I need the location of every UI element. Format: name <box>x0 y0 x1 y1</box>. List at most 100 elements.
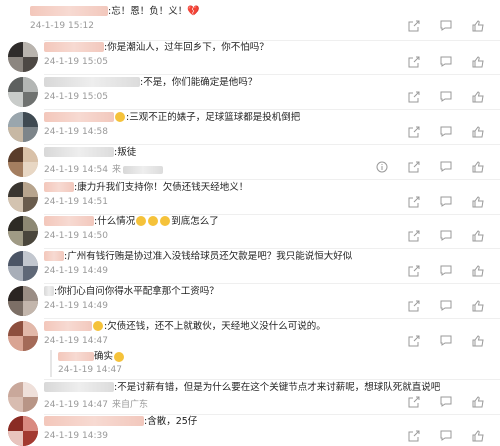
comment-location: 来 <box>111 165 121 175</box>
comment-icon[interactable] <box>430 299 462 313</box>
reply-block: 确实 24-1-19 14:47 <box>50 350 125 377</box>
comment-icon[interactable] <box>430 264 462 278</box>
commenter-name[interactable] <box>44 251 64 261</box>
comment-time: 24-1-19 14:49 <box>44 301 108 311</box>
avatar[interactable] <box>8 382 38 412</box>
comment-text: :欠债还钱，还不上就敢伙，天经地义没什么可说的。 <box>104 321 326 332</box>
comment-list: :忘！恩！负！义！💔 24-1-19 15:12 :你是潮汕人，过年回乡下，你不… <box>0 0 500 446</box>
like-icon[interactable] <box>462 55 494 69</box>
comment-text: :不是讨薪有错，但是为什么要在这个关键节点才来讨薪呢，想球队死就直说吧 <box>114 382 441 393</box>
commenter-name[interactable] <box>44 286 54 296</box>
info-icon[interactable] <box>366 160 398 174</box>
comment-actions <box>398 55 494 69</box>
comment-time: 24-1-19 15:05 <box>44 57 108 67</box>
comment-actions <box>398 299 494 313</box>
avatar[interactable] <box>8 286 38 316</box>
emoji-icon <box>115 112 125 122</box>
avatar[interactable] <box>8 77 38 107</box>
comment-actions <box>398 429 494 443</box>
comment-text: :你扪心自问你得水平配拿那个工资吗？ <box>54 286 219 297</box>
comment-actions <box>398 229 494 243</box>
comment-icon[interactable] <box>430 429 462 443</box>
emoji-icon <box>136 216 147 226</box>
comment-actions <box>398 264 494 278</box>
comment-actions <box>398 195 494 209</box>
share-icon[interactable] <box>398 395 430 409</box>
comment-time: 24-1-19 14:54 来 <box>44 162 163 175</box>
share-icon[interactable] <box>398 55 430 69</box>
avatar[interactable] <box>8 112 38 142</box>
share-icon[interactable] <box>398 334 430 348</box>
like-icon[interactable] <box>462 299 494 313</box>
comment-text: :三观不正的婊子，足球篮球都是投机倒把 <box>126 112 301 123</box>
comment-text: :含散，25仔 <box>144 416 198 427</box>
comment-icon[interactable] <box>430 195 462 209</box>
commenter-name[interactable] <box>44 382 114 392</box>
broken-heart-icon: 💔 <box>187 6 200 17</box>
like-icon[interactable] <box>462 395 494 409</box>
comment-icon[interactable] <box>430 395 462 409</box>
commenter-name[interactable] <box>44 77 140 87</box>
share-icon[interactable] <box>398 90 430 104</box>
avatar[interactable] <box>8 251 38 281</box>
comment-icon[interactable] <box>430 334 462 348</box>
share-icon[interactable] <box>398 429 430 443</box>
comment-icon[interactable] <box>430 19 462 33</box>
reply-author[interactable] <box>58 352 94 361</box>
share-icon[interactable] <box>398 19 430 33</box>
share-icon[interactable] <box>398 229 430 243</box>
like-icon[interactable] <box>462 160 494 174</box>
comment-time: 24-1-19 14:51 <box>44 197 108 207</box>
share-icon[interactable] <box>398 195 430 209</box>
emoji-icon <box>148 216 159 226</box>
commenter-name[interactable] <box>44 112 114 122</box>
comment-actions <box>398 90 494 104</box>
avatar[interactable] <box>8 321 38 351</box>
avatar[interactable] <box>8 147 38 177</box>
avatar[interactable] <box>8 416 38 446</box>
share-icon[interactable] <box>398 299 430 313</box>
emoji-icon <box>93 321 103 331</box>
comment-actions <box>366 160 494 174</box>
comment-icon[interactable] <box>430 125 462 139</box>
like-icon[interactable] <box>462 264 494 278</box>
like-icon[interactable] <box>462 229 494 243</box>
reply-time: 24-1-19 14:47 <box>58 365 122 375</box>
comment-icon[interactable] <box>430 55 462 69</box>
commenter-name[interactable] <box>44 42 104 52</box>
like-icon[interactable] <box>462 334 494 348</box>
like-icon[interactable] <box>462 429 494 443</box>
avatar[interactable] <box>8 216 38 246</box>
like-icon[interactable] <box>462 90 494 104</box>
like-icon[interactable] <box>462 195 494 209</box>
like-icon[interactable] <box>462 19 494 33</box>
comment-time: 24-1-19 14:58 <box>44 127 108 137</box>
comment-text: :康力升我们支持你！欠债还钱天经地义！ <box>74 182 249 193</box>
comment-text: :叛徒 <box>114 147 137 158</box>
commenter-name[interactable] <box>30 6 108 16</box>
commenter-name[interactable] <box>44 321 92 331</box>
comment-icon[interactable] <box>430 160 462 174</box>
like-icon[interactable] <box>462 125 494 139</box>
share-icon[interactable] <box>398 264 430 278</box>
comment-text: :不是，你们能确定是他吗？ <box>140 77 258 88</box>
comment-icon[interactable] <box>430 229 462 243</box>
avatar[interactable] <box>8 42 38 72</box>
reply-text: 确实 <box>94 351 114 362</box>
comment-text-continued: 到底怎么了 <box>171 216 219 227</box>
commenter-name[interactable] <box>44 182 74 192</box>
comment-time: 24-1-19 15:12 <box>30 21 94 31</box>
comment-actions <box>398 19 494 33</box>
share-icon[interactable] <box>398 160 430 174</box>
comment-time: 24-1-19 14:47 <box>44 336 108 346</box>
commenter-name[interactable] <box>44 416 144 426</box>
comment-actions <box>398 334 494 348</box>
avatar[interactable] <box>8 182 38 212</box>
commenter-name[interactable] <box>44 216 94 226</box>
emoji-icon <box>114 351 125 362</box>
comment-icon[interactable] <box>430 90 462 104</box>
comment-time: 24-1-19 15:05 <box>44 92 108 102</box>
share-icon[interactable] <box>398 125 430 139</box>
commenter-name[interactable] <box>44 147 114 157</box>
comment-time: 24-1-19 14:50 <box>44 231 108 241</box>
